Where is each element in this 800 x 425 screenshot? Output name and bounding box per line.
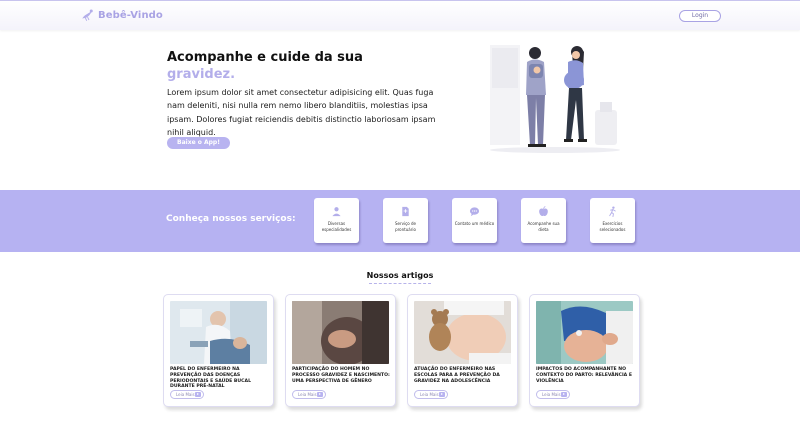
service-label: Contato um médico: [454, 221, 495, 226]
services-section: Conheça nossos serviços: Diversas especi…: [0, 190, 800, 252]
service-label: Diversas especialidades: [321, 221, 352, 232]
article-image-dentist: [170, 301, 267, 364]
article-title: Impactos do acompanhante no contexto do …: [536, 367, 632, 384]
arrow-right-icon: [561, 392, 567, 397]
hero-title-highlight: gravidez.: [167, 67, 236, 82]
exercise-icon: [609, 206, 616, 217]
read-more-label: Leia Mais: [176, 392, 195, 397]
service-card-specialties[interactable]: Diversas especialidades: [314, 198, 359, 243]
articles-title: Nossos artigos: [366, 271, 434, 280]
logo[interactable]: Bebê-Vindo: [80, 7, 163, 23]
read-more-label: Leia Mais: [420, 392, 439, 397]
hero-title: Acompanhe e cuide da sua: [167, 50, 363, 65]
read-more-button[interactable]: Leia Mais: [536, 390, 570, 399]
services-title: Conheça nossos serviços:: [166, 214, 296, 224]
chat-icon: [469, 207, 480, 217]
article-image-teddy-bear: [414, 301, 511, 364]
article-title: Atuação do enfermeiro nas escolas para a…: [414, 367, 500, 384]
article-card[interactable]: Papel do enfermeiro na prevenção das doe…: [163, 294, 274, 407]
document-icon: [402, 206, 409, 217]
top-navbar: Bebê-Vindo Login: [0, 0, 800, 30]
pregnancy-illustration: [490, 45, 620, 153]
article-card[interactable]: Participação do homem no processo gravid…: [285, 294, 396, 407]
service-label: Acompanhe sua dieta: [527, 221, 560, 232]
read-more-button[interactable]: Leia Mais: [292, 390, 326, 399]
articles-title-underline: [369, 283, 431, 284]
service-label: Exercícios selecionados: [599, 221, 626, 232]
article-card[interactable]: Impactos do acompanhante no contexto do …: [529, 294, 640, 407]
service-label: Serviço de prontuário: [394, 221, 417, 232]
read-more-button[interactable]: Leia Mais: [414, 390, 448, 399]
service-card-diet[interactable]: Acompanhe sua dieta: [521, 198, 566, 243]
read-more-label: Leia Mais: [298, 392, 317, 397]
arrow-right-icon: [317, 392, 323, 397]
article-title: Papel do enfermeiro na prevenção das doe…: [170, 367, 251, 390]
service-card-records[interactable]: Serviço de prontuário: [383, 198, 428, 243]
download-app-button[interactable]: Baixe o App!: [167, 137, 230, 149]
service-card-exercises[interactable]: Exercícios selecionados: [590, 198, 635, 243]
hero-description: Lorem ipsum dolor sit amet consectetur a…: [167, 88, 436, 137]
article-image-hospital: [536, 301, 633, 364]
login-button[interactable]: Login: [679, 10, 721, 22]
read-more-button[interactable]: Leia Mais: [170, 390, 204, 399]
arrow-right-icon: [195, 392, 201, 397]
service-card-contact[interactable]: Contato um médico: [452, 198, 497, 243]
logo-text: Bebê-Vindo: [98, 9, 163, 21]
doctor-icon: [332, 207, 341, 217]
apple-icon: [539, 206, 548, 217]
read-more-label: Leia Mais: [542, 392, 561, 397]
arrow-right-icon: [439, 392, 445, 397]
stork-logo-icon: [82, 9, 93, 21]
article-title: Participação do homem no processo gravid…: [292, 367, 390, 384]
article-image-couple: [292, 301, 389, 364]
article-card[interactable]: Atuação do enfermeiro nas escolas para a…: [407, 294, 518, 407]
